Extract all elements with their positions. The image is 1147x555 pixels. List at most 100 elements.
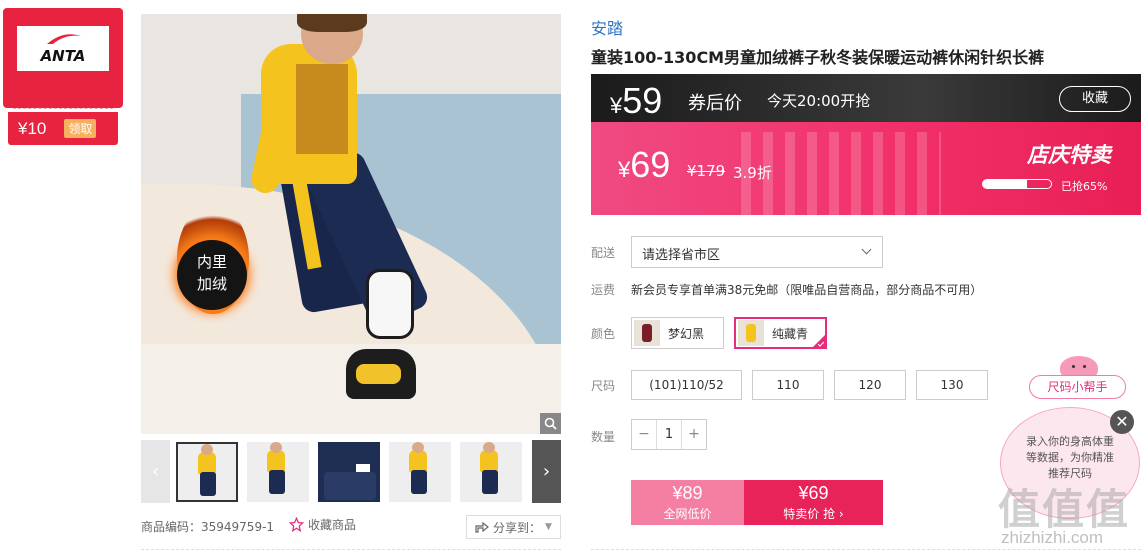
coupon-price: ¥59 [610, 80, 662, 122]
address-select[interactable]: 请选择省市区 [631, 236, 883, 268]
claim-coupon-button[interactable]: 领取 [64, 119, 97, 138]
caret-down-icon: ▼ [545, 522, 552, 532]
thumb-figure-body [409, 450, 427, 472]
main-product-image[interactable]: 内里 加绒 [141, 14, 561, 434]
thumb-figure-head [483, 442, 495, 453]
product-title: 童装100-130CM男童加绒裤子秋冬装保暖运动裤休闲针织长裤 [591, 48, 1045, 67]
size-option[interactable]: 120 [834, 370, 906, 400]
thumbnail-next-button[interactable]: › [532, 440, 561, 503]
chevron-right-icon: › [542, 461, 551, 482]
thumbnail-3[interactable] [318, 442, 380, 502]
model-hair [297, 14, 367, 32]
shipping-info: 新会员专享首单满38元免邮（限唯品自营商品，部分商品不可用） [631, 283, 983, 297]
quantity-stepper: − 1 + [631, 419, 707, 450]
size-helper-tag[interactable]: 尺码小帮手 [1029, 375, 1126, 399]
sold-progress-fill [983, 180, 1028, 188]
decrement-button[interactable]: − [632, 420, 656, 449]
quantity-label: 数量 [591, 430, 616, 444]
coupon-price-value: 59 [622, 80, 663, 121]
thumb-figure-head [412, 442, 424, 453]
size-option[interactable]: 130 [916, 370, 988, 400]
size-label: 尺码 [591, 379, 616, 393]
coupon-price-banner: ¥59 券后价 今天20:00开抢 收藏 [591, 74, 1141, 122]
product-page: ANTA ¥10 领取 内里 加绒 ‹ › 商品编码：35949759-1 收藏… [0, 0, 1147, 555]
thumb-figure-body [267, 450, 285, 472]
collect-button[interactable]: 收藏 [1059, 86, 1131, 112]
market-price-button[interactable]: ¥89 全网低价 [631, 480, 744, 525]
star-icon [289, 517, 304, 532]
zoom-button[interactable] [540, 413, 561, 434]
anta-swoosh-icon [47, 34, 81, 44]
sale-price: ¥69 [618, 144, 670, 186]
buy-now-button[interactable]: ¥69 特卖价 抢 › [744, 480, 883, 525]
color-swatch [738, 320, 764, 346]
coupon-value: ¥10 [18, 118, 47, 138]
share-button[interactable]: 分享到： ▼ [466, 515, 561, 539]
market-price-label: 全网低价 [663, 507, 712, 521]
chevron-down-icon [861, 244, 872, 255]
coupon-price-label: 券后价 [688, 93, 742, 114]
original-price: ¥179 [687, 162, 726, 180]
favorite-button[interactable]: 收藏商品 [289, 516, 356, 533]
sale-price-value: 69 [630, 144, 671, 185]
thumbnail-prev-button[interactable]: ‹ [141, 440, 170, 503]
magnifier-icon [544, 417, 557, 430]
buy-price: ¥69 [798, 483, 829, 503]
sale-start-time: 今天20:00开抢 [767, 92, 871, 110]
coupon-header: ANTA [3, 8, 123, 108]
divider [591, 549, 1141, 550]
favorite-label: 收藏商品 [308, 518, 357, 532]
thumb-pants-cuff [324, 472, 376, 500]
sweatshirt-print [296, 64, 348, 154]
event-title: 店庆特卖 [1027, 143, 1111, 167]
thumb-figure-leg [200, 472, 216, 496]
size-option[interactable]: 110 [752, 370, 824, 400]
thumb-figure-leg [411, 470, 427, 494]
currency-symbol: ¥ [610, 93, 623, 118]
store-coupon[interactable]: ANTA ¥10 领取 [3, 8, 123, 145]
color-option-black[interactable]: 梦幻黑 [631, 317, 724, 349]
fleece-lining-badge: 内里 加绒 [177, 240, 247, 310]
thumb-figure-head [270, 442, 282, 453]
close-icon[interactable]: ✕ [1110, 410, 1134, 434]
delivery-label: 配送 [591, 246, 616, 260]
brand-logo-text: ANTA [40, 46, 86, 65]
sale-price-banner: ¥69 ¥179 3.9折 店庆特卖 已抢65% [591, 122, 1141, 215]
buy-label: 特卖价 抢 › [783, 507, 844, 521]
sold-percentage: 已抢65% [1061, 180, 1108, 193]
thumbnail-1[interactable] [176, 442, 238, 502]
market-price: ¥89 [672, 483, 703, 503]
thumb-pants-label [356, 464, 370, 472]
thumbnail-5[interactable] [460, 442, 522, 502]
divider [141, 549, 561, 550]
brand-link[interactable]: 安踏 [591, 15, 623, 39]
sold-progress-bar [982, 179, 1052, 189]
shipping-label: 运费 [591, 283, 616, 297]
color-label: 颜色 [591, 327, 616, 341]
thumb-figure-body [480, 450, 498, 472]
thumb-figure-leg [269, 470, 285, 494]
size-option[interactable]: (101)110/52 [631, 370, 742, 400]
discount-rate: 3.9折 [733, 164, 772, 182]
quantity-value[interactable]: 1 [656, 420, 682, 449]
thumb-figure-head [201, 444, 213, 455]
coupon-footer: ¥10 领取 [8, 112, 118, 145]
thumbnail-2[interactable] [247, 442, 309, 502]
watermark-url: zhizhizhi.com [1001, 528, 1104, 547]
product-code: 商品编码：35949759-1 [141, 520, 275, 534]
color-name: 纯藏青 [772, 326, 809, 341]
thumbnail-4[interactable] [389, 442, 451, 502]
color-option-navy[interactable]: 纯藏青 [734, 317, 827, 349]
increment-button[interactable]: + [682, 420, 706, 449]
brand-logo: ANTA [17, 26, 109, 71]
currency-symbol: ¥ [618, 157, 631, 182]
color-name: 梦幻黑 [668, 326, 705, 341]
address-placeholder: 请选择省市区 [642, 248, 721, 263]
thumb-figure-leg [482, 470, 498, 494]
size-helper-text: 录入你的身高体重等数据，为你精准推荐尺码 [1026, 435, 1114, 480]
share-icon [475, 521, 489, 533]
share-label: 分享到： [493, 520, 542, 535]
coupon-divider [13, 108, 113, 109]
chevron-left-icon: ‹ [151, 461, 160, 482]
color-swatch [634, 320, 660, 346]
